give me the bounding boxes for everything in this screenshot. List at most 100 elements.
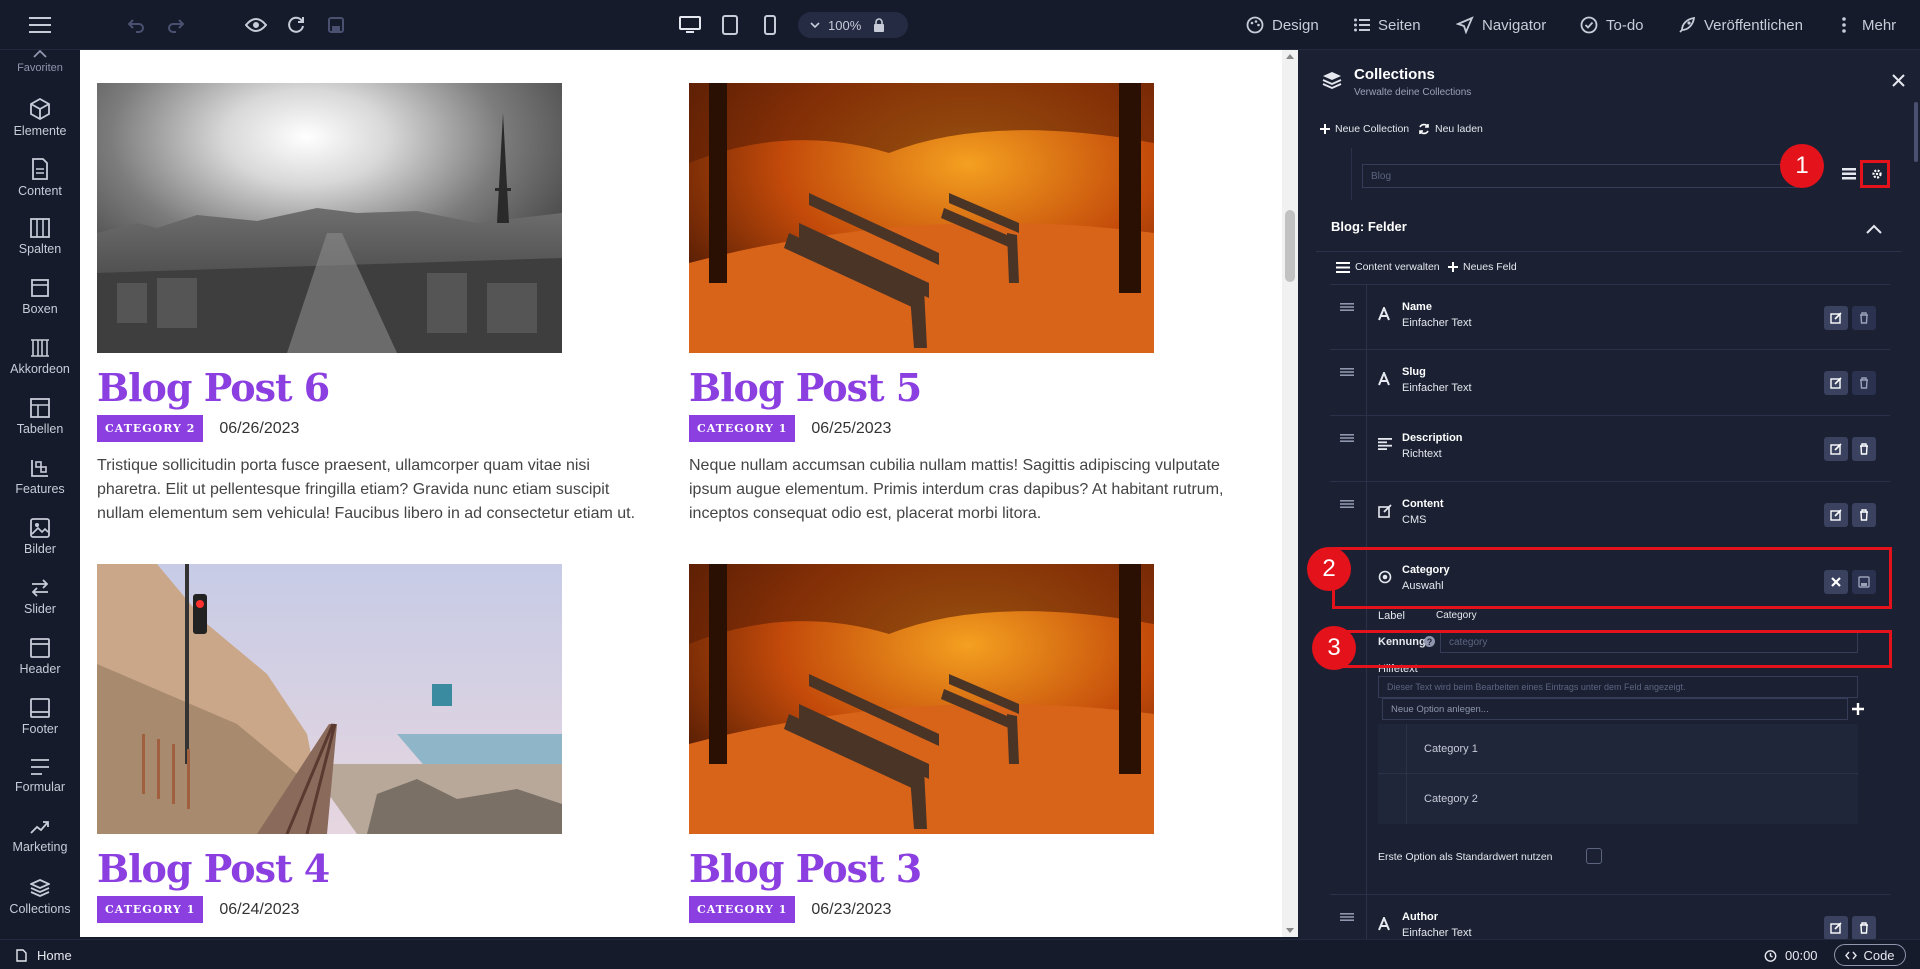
sidebar-item-formular[interactable]: Formular [0,758,80,818]
edit-icon[interactable] [1824,503,1848,527]
edit-icon[interactable] [1824,371,1848,395]
category-badge[interactable]: Category 2 [97,415,204,442]
category-badge[interactable]: Category 1 [97,896,204,923]
field-row-author[interactable]: Author Einfacher Text [1330,894,1890,939]
post-image-autumn-bench [689,564,1154,834]
sidebar-item-header[interactable]: Header [0,638,80,698]
canvas-scrollbar[interactable] [1282,50,1298,937]
hamburger-menu-icon[interactable] [28,13,52,37]
help-text-input[interactable]: Dieser Text wird beim Bearbeiten eines E… [1378,676,1858,698]
post-title[interactable]: Blog Post 4 [97,846,677,892]
blog-post-card[interactable]: Blog Post 3 Category 1 06/23/2023 [689,564,1269,923]
mobile-view-icon[interactable] [758,13,782,37]
field-name: Author [1402,911,1439,923]
todo-button[interactable]: To-do [1580,0,1644,50]
blog-post-card[interactable]: Blog Post 6 Category 2 06/26/2023 Tristi… [97,83,677,526]
sidebar-item-footer[interactable]: Footer [0,698,80,758]
list-icon [1336,261,1350,273]
post-title[interactable]: Blog Post 3 [689,846,1269,892]
row-divider [1366,350,1367,416]
save-icon[interactable] [324,13,348,37]
scroll-down-arrow-icon[interactable] [1286,928,1294,933]
preview-eye-icon[interactable] [244,13,268,37]
sidebar-item-boxen[interactable]: Boxen [0,278,80,338]
drag-handle-icon[interactable] [1340,913,1354,921]
pages-button[interactable]: Seiten [1354,0,1421,50]
sidebar-item-marketing[interactable]: Marketing [0,818,80,878]
collection-select[interactable]: Blog [1362,164,1798,188]
sidebar-item-tabellen[interactable]: Tabellen [0,398,80,458]
design-button[interactable]: Design [1246,0,1319,50]
category-badge[interactable]: Category 1 [689,415,796,442]
field-row-name[interactable]: Name Einfacher Text [1330,284,1890,351]
accordion-icon [31,339,49,357]
status-bar: Home 00:00 Code [0,939,1920,969]
field-name: Slug [1402,366,1426,378]
edit-icon[interactable] [1824,916,1848,939]
sidebar-item-content[interactable]: Content [0,158,80,218]
drag-handle-icon[interactable] [1340,434,1354,442]
trash-icon[interactable] [1852,371,1876,395]
desktop-view-icon[interactable] [678,13,702,37]
refresh-icon[interactable] [284,13,308,37]
sidebar-item-slider[interactable]: Slider [0,578,80,638]
sidebar-item-spalten[interactable]: Spalten [0,218,80,278]
close-icon[interactable] [1892,74,1905,87]
panel-scrollbar-thumb[interactable] [1914,102,1918,162]
add-option-plus-icon[interactable] [1852,703,1864,715]
post-title[interactable]: Blog Post 6 [97,365,677,411]
zoom-control[interactable]: 100% [798,12,908,38]
edit-icon[interactable] [1824,306,1848,330]
blog-post-card[interactable]: Blog Post 4 Category 1 06/24/2023 [97,564,677,923]
navigator-button[interactable]: Navigator [1456,0,1546,50]
text-a-icon [1378,307,1390,321]
sidebar-item-favoriten[interactable]: Favoriten [0,50,80,80]
category-badge[interactable]: Category 1 [689,896,796,923]
code-button[interactable]: Code [1834,944,1906,966]
drag-handle-icon[interactable] [1340,500,1354,508]
trash-icon[interactable] [1852,437,1876,461]
publish-button[interactable]: Veröffentlichen [1678,0,1803,50]
navigation-arrow-icon [1456,16,1474,34]
sidebar-item-collections[interactable]: Collections [0,878,80,938]
sidebar-item-akkordeon[interactable]: Akkordeon [0,338,80,398]
drag-handle-icon[interactable] [1340,303,1354,311]
scroll-up-arrow-icon[interactable] [1286,54,1294,59]
blog-post-card[interactable]: Blog Post 5 Category 1 06/25/2023 Neque … [689,83,1269,526]
sidebar-item-bilder[interactable]: Bilder [0,518,80,578]
drag-handle-icon[interactable] [1340,368,1354,376]
new-option-input[interactable]: Neue Option anlegen... [1382,698,1848,720]
trash-icon[interactable] [1852,306,1876,330]
field-row-description[interactable]: Description Richtext [1330,416,1890,482]
new-collection-button[interactable]: Neue Collection [1320,123,1409,135]
list-view-icon[interactable] [1842,168,1856,180]
reload-button[interactable]: Neu laden [1418,123,1483,135]
manage-content-button[interactable]: Content verwalten [1336,261,1440,273]
new-field-button[interactable]: Neues Feld [1448,261,1517,273]
sidebar-item-elemente[interactable]: Elemente [0,98,80,158]
edit-icon[interactable] [1824,437,1848,461]
sidebar-item-features[interactable]: Features [0,458,80,518]
redo-icon[interactable] [164,13,188,37]
option-row[interactable]: Category 1 [1378,724,1858,774]
lock-icon[interactable] [873,18,885,32]
post-title[interactable]: Blog Post 5 [689,365,1269,411]
field-name: Description [1402,432,1463,444]
trash-icon[interactable] [1852,916,1876,939]
field-row-slug[interactable]: Slug Einfacher Text [1330,350,1890,416]
sidebar-item-label: Akkordeon [10,362,70,376]
chevron-up-icon[interactable] [1866,224,1882,234]
navigator-label: Navigator [1482,16,1547,34]
trash-icon[interactable] [1852,503,1876,527]
todo-label: To-do [1606,16,1644,34]
undo-icon[interactable] [124,13,148,37]
field-row-content[interactable]: Content CMS [1330,482,1890,548]
option-row[interactable]: Category 2 [1378,774,1858,824]
default-option-checkbox[interactable] [1586,848,1602,864]
chevron-down-icon [810,22,820,28]
columns-icon [30,218,50,238]
scrollbar-thumb[interactable] [1285,210,1295,282]
tablet-view-icon[interactable] [718,13,742,37]
home-breadcrumb[interactable]: Home [16,948,72,963]
more-button[interactable]: Mehr [1842,0,1896,50]
